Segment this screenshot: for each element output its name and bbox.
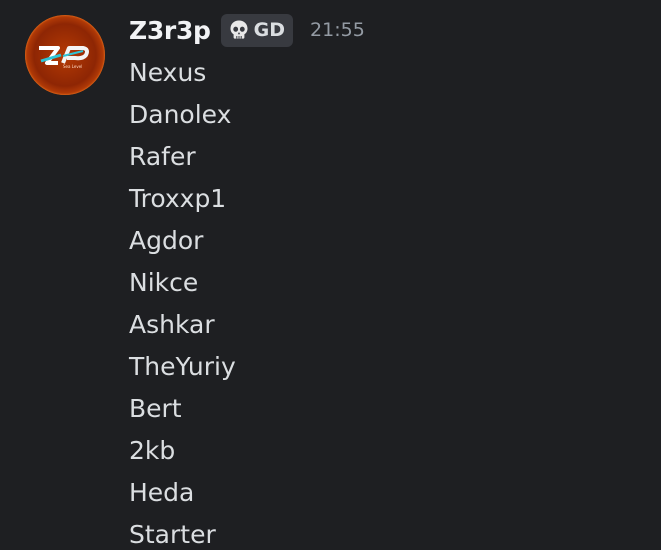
message-line: 2kb: [129, 436, 176, 465]
message-content: Nexus Danolex Rafer Troxxp1 Agdor Nikce Ashkar…: [129, 53, 236, 550]
message-line: Troxxp1: [129, 184, 227, 213]
chat-message: Sea Level Z3r3p GD 21:55 Nexus Danolex Raf…: [0, 0, 661, 550]
guild-tag[interactable]: GD: [220, 13, 294, 47]
message-header: Z3r3p GD 21:55: [129, 11, 365, 49]
message-line: Nikce: [129, 268, 199, 297]
avatar-logo-subtext: Sea Level: [63, 64, 82, 69]
timestamp[interactable]: 21:55: [310, 19, 365, 41]
message-line: TheYuriy: [129, 352, 236, 381]
message-line: Agdor: [129, 226, 204, 255]
message-line: Rafer: [129, 142, 196, 171]
guild-tag-text: GD: [253, 19, 286, 41]
avatar[interactable]: Sea Level: [25, 15, 105, 95]
username[interactable]: Z3r3p: [129, 16, 211, 45]
message-line: Nexus: [129, 58, 207, 87]
message-line: Heda: [129, 478, 195, 507]
message-line: Starter: [129, 520, 216, 549]
message-line: Ashkar: [129, 310, 215, 339]
avatar-logo: Sea Level: [39, 46, 89, 69]
skull-icon: [227, 18, 251, 42]
message-line: Bert: [129, 394, 182, 423]
message-line: Danolex: [129, 100, 232, 129]
